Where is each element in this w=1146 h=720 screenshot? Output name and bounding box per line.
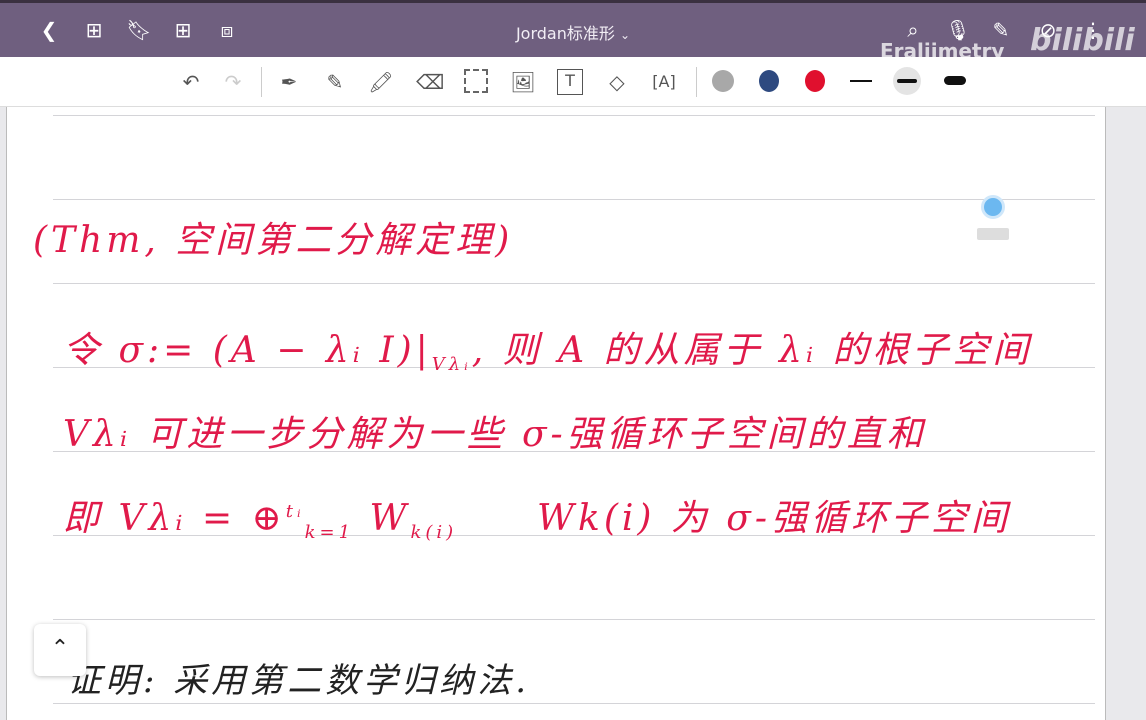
theorem-heading: (Thm, 空间第二分解定理)	[33, 220, 514, 261]
chevron-up-icon: ⌃	[50, 636, 70, 661]
top-bar: ❮ ⊞ 🔖︎ ⊞ ⧈ Jordan标准形 ⌄ ⌕ 🎙︎ ✎ ⊘ ⋮ Eralii…	[0, 0, 1146, 63]
stroke-thin[interactable]	[850, 80, 872, 82]
line1-rest: , 则 A 的从属于 λᵢ 的根子空间	[471, 330, 1033, 371]
bilibili-logo: bilibili	[1030, 23, 1135, 58]
ruled-line	[53, 199, 1095, 200]
divider	[261, 67, 262, 97]
chevron-down-icon: ⌄	[619, 28, 631, 42]
shapes-icon[interactable]: ◇	[604, 69, 630, 95]
highlighter-icon[interactable]: 🖍︎	[368, 69, 394, 95]
redo-icon[interactable]: ↷	[220, 69, 246, 95]
note-page[interactable]: (Thm, 空间第二分解定理) 令 σ:= (A − λᵢ I)|Vλᵢ, 则 …	[6, 107, 1106, 720]
text-recognition-icon[interactable]: [A]	[651, 69, 677, 95]
eraser-icon[interactable]: ⌫	[416, 69, 444, 95]
ruled-line	[53, 703, 1095, 704]
theorem-line-1: 令 σ:= (A − λᵢ I)|Vλᵢ, 则 A 的从属于 λᵢ 的根子空间	[63, 321, 1033, 375]
scroll-up-button[interactable]: ⌃	[34, 624, 86, 676]
lasso-select-icon[interactable]	[464, 69, 488, 93]
proof-line: 证明: 采用第二数学归纳法.	[67, 661, 531, 701]
divider	[696, 67, 697, 97]
scroll-handle-base	[977, 228, 1009, 240]
image-icon[interactable]: 🖼︎	[510, 69, 536, 95]
line1-text: 令 σ:= (A − λᵢ I)|	[63, 330, 432, 371]
theorem-line-3-note: Wk(i) 为 σ-强循环子空间	[537, 498, 1012, 539]
stroke-thick[interactable]	[944, 76, 966, 85]
direct-sum-lower: k=1	[304, 522, 355, 544]
theorem-line-2: Vλᵢ 可进一步分解为一些 σ-强循环子空间的直和	[63, 414, 927, 455]
scroll-handle[interactable]	[981, 195, 1005, 219]
line3-w-index: k(i)	[410, 522, 458, 544]
text-box-icon[interactable]: T	[557, 69, 583, 95]
theorem-line-3: 即 Vλᵢ = ⊕tᵢk=1 Wk(i)	[63, 489, 457, 543]
undo-icon[interactable]: ↶	[178, 69, 204, 95]
title-text: Jordan标准形	[515, 24, 615, 43]
color-red-swatch[interactable]	[805, 70, 825, 92]
ruled-line	[53, 619, 1095, 620]
fountain-pen-icon[interactable]: ✒	[276, 69, 302, 95]
color-gray-swatch[interactable]	[712, 70, 734, 92]
line1-subscript: Vλᵢ	[431, 354, 472, 376]
direct-sum-upper: tᵢ	[285, 501, 305, 522]
line3-w: W	[369, 498, 411, 539]
ruled-line	[53, 115, 1095, 116]
ballpoint-pen-icon[interactable]: ✎	[322, 69, 348, 95]
drawing-toolbar: ↶ ↷ ✒ ✎ 🖍︎ ⌫ 🖼︎ T ◇ [A]	[0, 57, 1146, 107]
color-navy-swatch[interactable]	[759, 70, 779, 92]
line3-text: 即 Vλᵢ = ⊕	[63, 498, 286, 539]
stroke-medium-selected[interactable]	[893, 67, 921, 95]
ruled-line	[53, 283, 1095, 284]
